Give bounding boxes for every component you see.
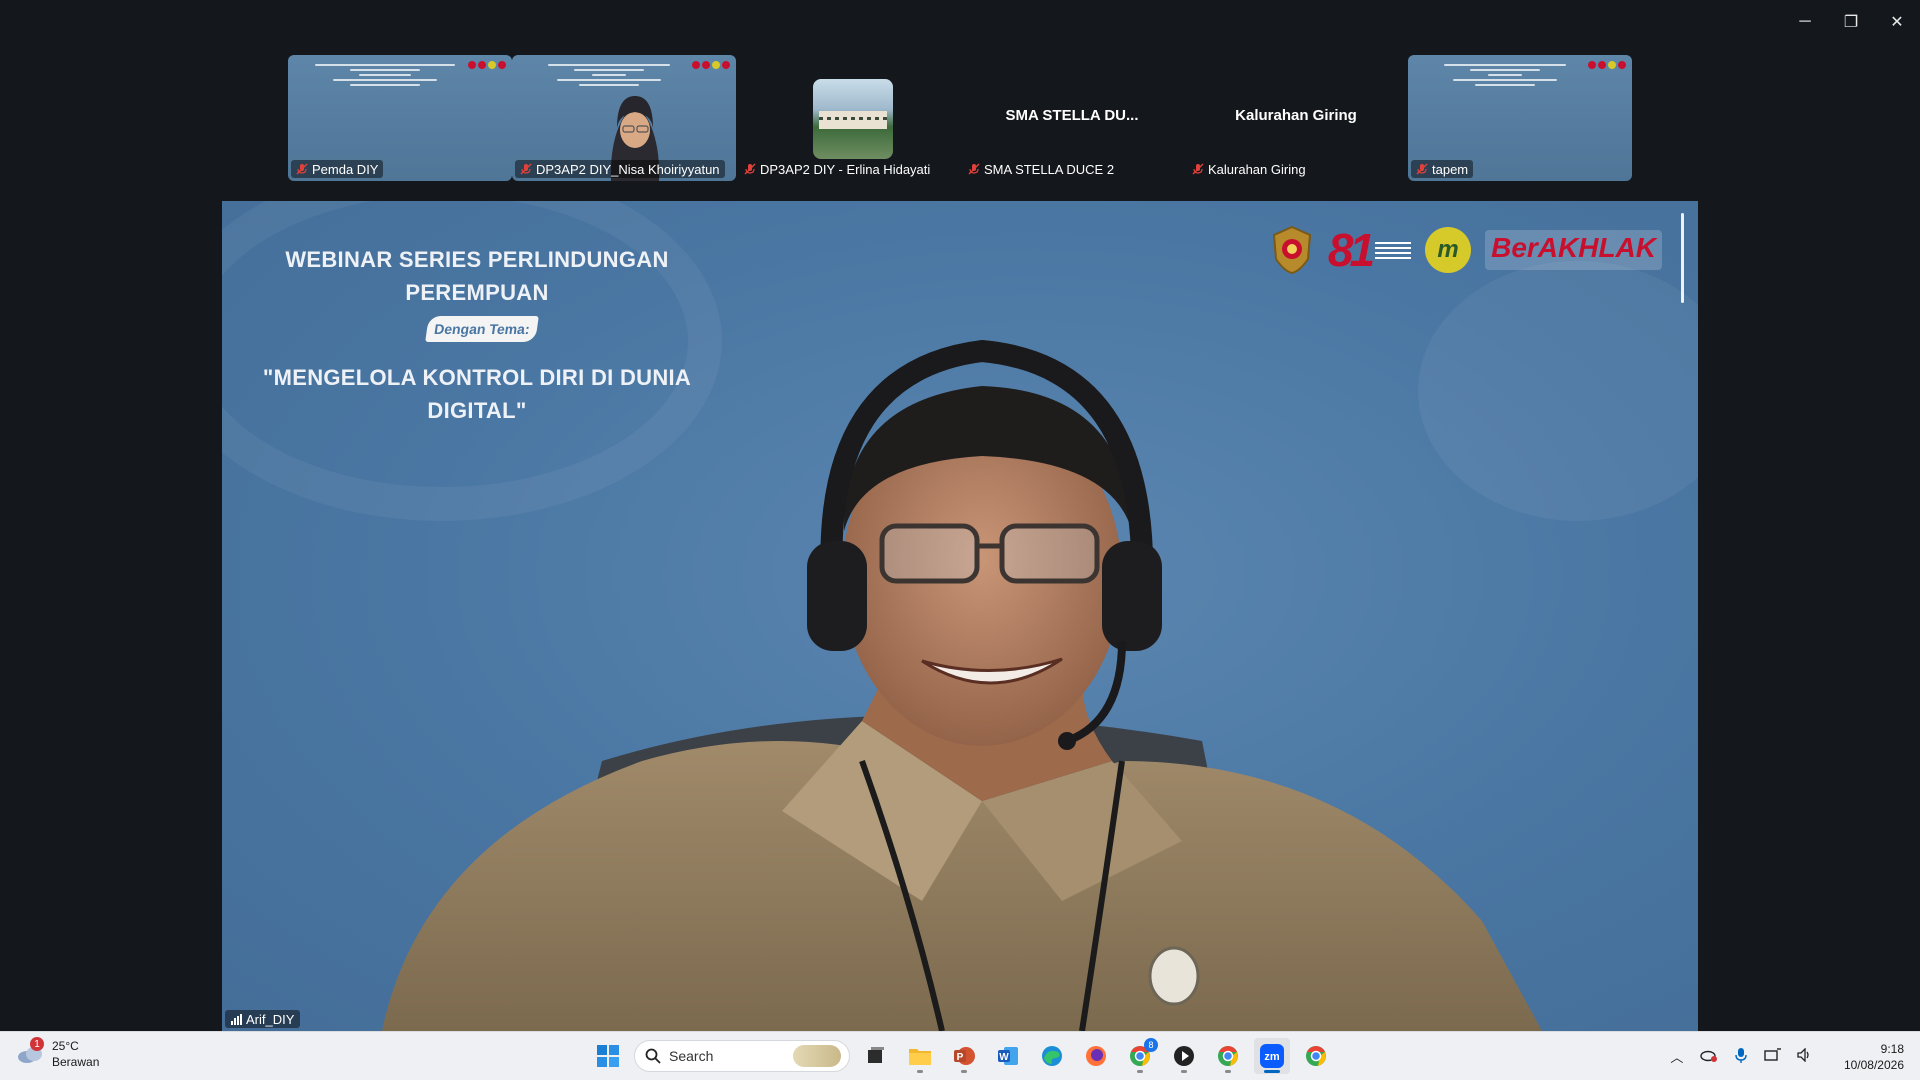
chrome-button[interactable]	[1210, 1038, 1246, 1074]
speaker-person	[382, 339, 1542, 1031]
svg-text:zm: zm	[1264, 1051, 1280, 1063]
participant-tile-nisa[interactable]: DP3AP2 DIY_Nisa Khoiriyyatun	[512, 55, 736, 181]
participant-name: tapem	[1432, 161, 1469, 177]
close-button[interactable]: ✕	[1874, 0, 1920, 44]
participant-name: SMA STELLA DUCE 2	[984, 161, 1115, 177]
taskbar: 1 25°C Berawan Search P W 8 zm ︿ 9:18 10…	[0, 1031, 1920, 1080]
participant-name-tag: Pemda DIY	[291, 160, 384, 178]
chrome-profile-button[interactable]: 8	[1122, 1038, 1158, 1074]
participant-tile-kalurahan-giring[interactable]: Kalurahan Giring Kalurahan Giring	[1184, 55, 1408, 181]
word-button[interactable]: W	[990, 1038, 1026, 1074]
mini-logos	[468, 61, 506, 69]
folder-icon	[909, 1049, 931, 1065]
participant-name-tag: SMA STELLA DUCE 2	[963, 160, 1119, 178]
clock-time: 9:18	[1880, 1041, 1904, 1056]
notification-badge: 8	[1144, 1038, 1158, 1052]
participant-name: Pemda DIY	[312, 161, 379, 177]
search-icon	[645, 1048, 661, 1064]
window-controls: ─ ❐ ✕	[1782, 0, 1920, 44]
mic-muted-icon	[744, 163, 756, 175]
participant-name: DP3AP2 DIY_Nisa Khoiriyyatun	[536, 161, 720, 177]
search-highlight-image	[793, 1045, 841, 1067]
chrome-icon	[1306, 1046, 1326, 1066]
chrome-2-button[interactable]	[1298, 1038, 1334, 1074]
chrome-icon	[1218, 1046, 1238, 1066]
participant-name: Kalurahan Giring	[1208, 161, 1306, 177]
active-speaker-video[interactable]: WEBINAR SERIES PERLINDUNGAN PEREMPUAN De…	[222, 201, 1698, 1031]
windows-logo-icon	[597, 1045, 619, 1067]
mini-slide-title	[1418, 61, 1592, 89]
speaker-name-tag: Arif_DIY	[225, 1010, 301, 1028]
mini-slide-title	[298, 61, 472, 89]
participant-strip: Pemda DIY DP3AP2 DIY_Nisa Khoiriyyatun D…	[288, 55, 1632, 181]
weather-condition: Berawan	[52, 1055, 100, 1069]
mic-muted-icon	[1192, 163, 1204, 175]
word-icon: W	[998, 1047, 1018, 1065]
mic-muted-icon	[520, 163, 532, 175]
powerpoint-icon: P	[954, 1047, 975, 1065]
participant-avatar	[813, 79, 893, 159]
mic-muted-icon	[1416, 163, 1428, 175]
task-view-icon	[868, 1047, 884, 1063]
participant-name-tag: Kalurahan Giring	[1187, 160, 1311, 178]
participant-display-name: SMA STELLA DU...	[1005, 107, 1139, 124]
participant-name-tag: tapem	[1411, 160, 1474, 178]
system-tray: ︿ 9:18 10/08/2026	[1668, 1032, 1904, 1080]
task-view-button[interactable]	[858, 1038, 894, 1074]
connection-signal-icon	[231, 1013, 242, 1025]
taskbar-search[interactable]: Search	[634, 1040, 850, 1072]
speaker-name: Arif_DIY	[246, 1011, 295, 1027]
powerpoint-button[interactable]: P	[946, 1038, 982, 1074]
taskbar-apps: Search P W 8 zm	[590, 1038, 1334, 1074]
svg-text:W: W	[999, 1052, 1009, 1063]
mini-logos	[692, 61, 730, 69]
firefox-button[interactable]	[1078, 1038, 1114, 1074]
mini-logos	[1588, 61, 1626, 69]
participant-tile-stella-duce[interactable]: SMA STELLA DU... SMA STELLA DUCE 2	[960, 55, 1184, 181]
volume-icon[interactable]	[1796, 1047, 1814, 1065]
start-button[interactable]	[590, 1038, 626, 1074]
restore-button[interactable]: ❐	[1828, 0, 1874, 44]
file-explorer-button[interactable]	[902, 1038, 938, 1074]
mini-slide-title	[522, 61, 696, 89]
search-label: Search	[669, 1048, 714, 1064]
minimize-button[interactable]: ─	[1782, 0, 1828, 44]
participant-display-name: Kalurahan Giring	[1235, 107, 1357, 124]
participant-name-tag: DP3AP2 DIY_Nisa Khoiriyyatun	[515, 160, 725, 178]
firefox-icon	[1086, 1046, 1106, 1066]
participant-tile-tapem[interactable]: tapem	[1408, 55, 1632, 181]
participant-name: DP3AP2 DIY - Erlina Hidayati	[760, 161, 931, 177]
weather-badge: 1	[30, 1037, 44, 1051]
microphone-icon[interactable]	[1732, 1047, 1750, 1066]
svg-text:P: P	[957, 1052, 964, 1063]
weather-temperature: 25°C	[52, 1039, 79, 1053]
network-icon[interactable]	[1764, 1048, 1782, 1065]
onedrive-icon[interactable]	[1700, 1048, 1718, 1065]
play-icon	[1174, 1046, 1194, 1066]
mic-muted-icon	[296, 163, 308, 175]
zoom-icon: zm	[1260, 1044, 1284, 1068]
participant-name-tag: DP3AP2 DIY - Erlina Hidayati	[739, 160, 935, 178]
participant-tile-pemda-diy[interactable]: Pemda DIY	[288, 55, 512, 181]
weather-widget[interactable]: 1 25°C Berawan	[16, 1037, 100, 1070]
edge-button[interactable]	[1034, 1038, 1070, 1074]
edge-icon	[1042, 1046, 1062, 1066]
clock-date: 10/08/2026	[1843, 1057, 1904, 1072]
clock[interactable]: 9:18 10/08/2026	[1844, 1041, 1904, 1073]
cloud-icon: 1	[16, 1037, 44, 1065]
media-player-button[interactable]	[1166, 1038, 1202, 1074]
participant-tile-erlina[interactable]: DP3AP2 DIY - Erlina Hidayati	[736, 55, 960, 181]
chevron-up-icon[interactable]: ︿	[1668, 1047, 1686, 1066]
zoom-button[interactable]: zm	[1254, 1038, 1290, 1074]
mic-muted-icon	[968, 163, 980, 175]
